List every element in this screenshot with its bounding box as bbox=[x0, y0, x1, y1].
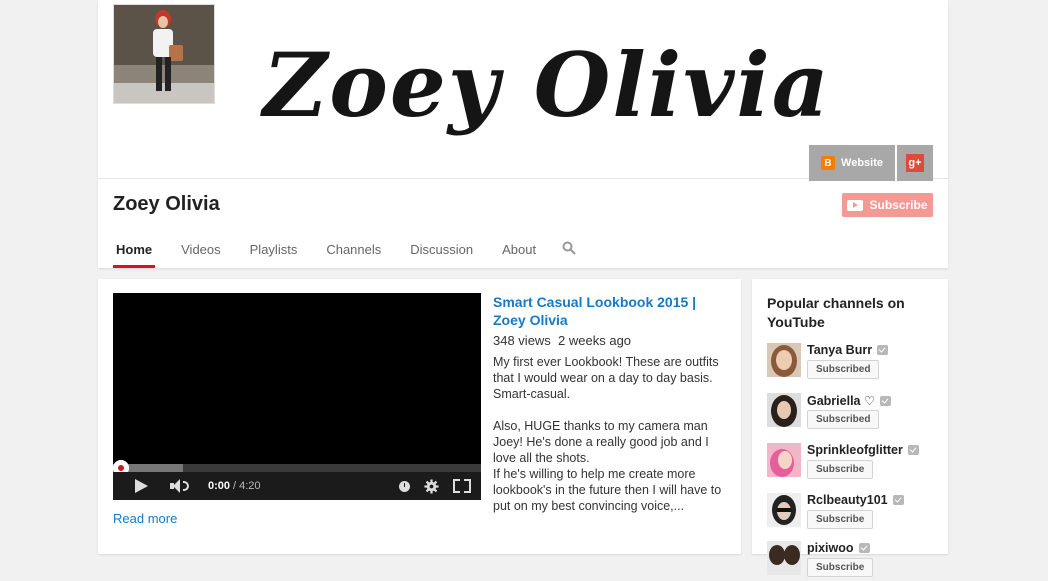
subscribe-button[interactable]: Subscribe bbox=[807, 558, 874, 577]
video-description: My first ever Lookbook! These are outfit… bbox=[493, 355, 722, 513]
duration: 4:20 bbox=[239, 480, 261, 492]
channel-avatar[interactable] bbox=[113, 4, 215, 104]
subscribed-button[interactable]: Subscribed bbox=[807, 360, 880, 379]
volume-icon[interactable] bbox=[170, 479, 190, 493]
tab-playlists[interactable]: Playlists bbox=[247, 232, 301, 268]
channel-item: Rclbeauty101 Subscribe bbox=[767, 493, 942, 533]
video-meta: 348 views 2 weeks ago bbox=[493, 332, 729, 349]
view-count: 348 views bbox=[493, 333, 551, 348]
tab-discussion[interactable]: Discussion bbox=[407, 232, 476, 268]
channel-name-link[interactable]: Gabriella ♡ bbox=[807, 393, 892, 408]
tab-channels[interactable]: Channels bbox=[323, 232, 384, 268]
fullscreen-icon[interactable] bbox=[453, 479, 471, 493]
player-controls: 0:00 / 4:20 bbox=[113, 472, 481, 500]
channel-avatar-rclbeauty101[interactable] bbox=[767, 493, 801, 527]
tab-home[interactable]: Home bbox=[113, 232, 156, 268]
popular-channels-sidebar: Popular channels on YouTube Tanya Burr S… bbox=[752, 279, 948, 577]
google-plus-icon: g+ bbox=[906, 154, 924, 172]
current-time: 0:00 bbox=[208, 480, 231, 492]
subscribe-button[interactable]: Subscribe bbox=[807, 460, 874, 479]
avatar-photo bbox=[114, 5, 214, 103]
youtube-play-icon bbox=[847, 199, 864, 211]
website-link[interactable]: B Website bbox=[809, 145, 895, 181]
subscribe-button[interactable]: Subscribe bbox=[807, 510, 874, 529]
verified-icon bbox=[877, 345, 889, 355]
sidebar-title: Popular channels on YouTube bbox=[767, 295, 905, 330]
banner-title: Zoey Olivia bbox=[263, 33, 831, 137]
channel-search-button[interactable] bbox=[562, 232, 576, 268]
gear-icon[interactable] bbox=[424, 478, 439, 494]
verified-icon bbox=[892, 495, 904, 505]
video-title-link[interactable]: Smart Casual Lookbook 2015 | Zoey Olivia bbox=[493, 293, 729, 329]
video-player[interactable]: 0:00 / 4:20 bbox=[113, 293, 481, 500]
google-plus-link[interactable]: g+ bbox=[897, 145, 933, 181]
channel-name-link[interactable]: Tanya Burr bbox=[807, 343, 889, 357]
tab-videos[interactable]: Videos bbox=[178, 232, 224, 268]
channel-item: pixiwoo Subscribe bbox=[767, 541, 942, 581]
verified-icon bbox=[858, 543, 870, 553]
subscribe-button-label: Subscribe bbox=[869, 198, 928, 212]
featured-video-section: 0:00 / 4:20 Read more Smart Casual Lookb… bbox=[98, 279, 741, 554]
channel-avatar-tanya-burr[interactable] bbox=[767, 343, 801, 377]
time-separator: / bbox=[233, 480, 237, 492]
read-more-link[interactable]: Read more bbox=[113, 511, 177, 526]
blogger-icon: B bbox=[821, 156, 836, 170]
channel-name-link[interactable]: pixiwoo bbox=[807, 541, 870, 555]
watch-later-icon[interactable] bbox=[399, 480, 410, 492]
popular-channel-name: Rclbeauty101 bbox=[807, 493, 888, 507]
popular-channel-name: Tanya Burr bbox=[807, 343, 873, 357]
channel-name: Zoey Olivia bbox=[113, 193, 220, 215]
channel-item: Sprinkleofglitter Subscribe bbox=[767, 443, 942, 483]
channel-item: Tanya Burr Subscribed bbox=[767, 343, 942, 383]
channel-avatar-sprinkleofglitter[interactable] bbox=[767, 443, 801, 477]
banner-links: B Website g+ bbox=[807, 145, 933, 181]
channel-name-link[interactable]: Rclbeauty101 bbox=[807, 493, 904, 507]
play-icon[interactable] bbox=[135, 479, 148, 493]
channel-banner: Zoey Olivia B Website g+ bbox=[98, 4, 948, 181]
verified-icon bbox=[880, 395, 892, 406]
channel-avatar-pixiwoo[interactable] bbox=[767, 541, 801, 575]
subscribed-button[interactable]: Subscribed bbox=[807, 410, 880, 429]
channel-avatar-gabriella[interactable] bbox=[767, 393, 801, 427]
video-info: Smart Casual Lookbook 2015 | Zoey Olivia… bbox=[493, 293, 729, 514]
website-link-label: Website bbox=[841, 157, 883, 169]
upload-age: 2 weeks ago bbox=[558, 333, 632, 348]
tab-about[interactable]: About bbox=[499, 232, 539, 268]
channel-item: Gabriella ♡ Subscribed bbox=[767, 393, 942, 433]
channel-tabs: Home Videos Playlists Channels Discussio… bbox=[113, 232, 576, 268]
verified-icon bbox=[907, 445, 919, 455]
channel-header: Zoey Olivia B Website g+ Zoey Olivia Sub… bbox=[98, 0, 948, 268]
popular-channel-name: Sprinkleofglitter bbox=[807, 443, 903, 457]
popular-channel-name: Gabriella ♡ bbox=[807, 394, 876, 408]
search-icon bbox=[562, 241, 576, 255]
progress-bar[interactable] bbox=[113, 460, 481, 476]
popular-channel-name: pixiwoo bbox=[807, 541, 854, 555]
channel-name-link[interactable]: Sprinkleofglitter bbox=[807, 443, 919, 457]
subscribe-button[interactable]: Subscribe bbox=[842, 193, 933, 217]
